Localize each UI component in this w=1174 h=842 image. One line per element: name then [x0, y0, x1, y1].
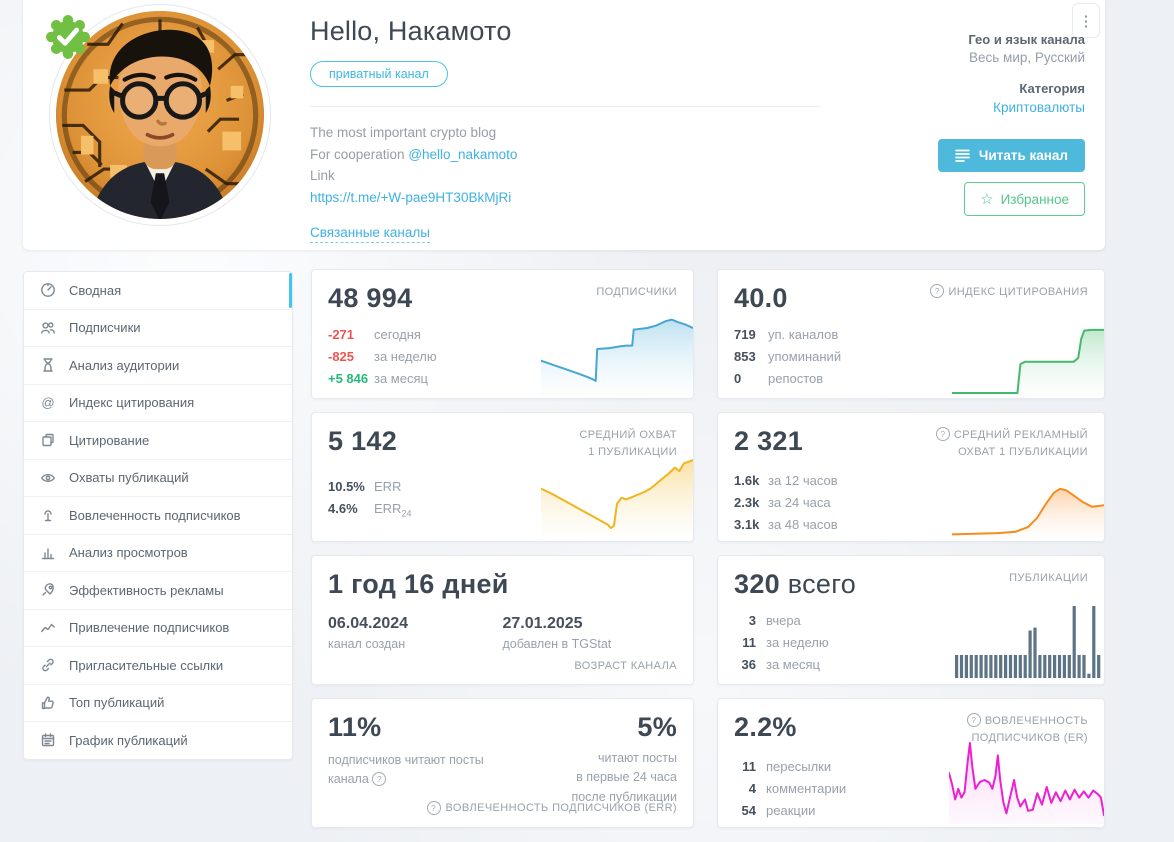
- help-icon[interactable]: ?: [966, 713, 981, 728]
- subscribers-card-title: ПОДПИСЧИКИ: [596, 286, 677, 298]
- err-left-label: подписчиков читают посты канала ?: [328, 753, 484, 787]
- citation-index-card: 40.0 ? ИНДЕКС ЦИТИРОВАНИЯ 719 уп. каналов …: [717, 269, 1105, 399]
- divider: [310, 106, 820, 107]
- gauge-icon: [41, 283, 55, 298]
- help-icon[interactable]: ?: [935, 427, 950, 442]
- sidebar-item-post-schedule[interactable]: График публикаций: [24, 722, 292, 759]
- channel-header-card: Hello, Накамото приватный канал The most…: [23, 0, 1105, 250]
- thumbs-up-icon: [41, 696, 54, 709]
- help-icon[interactable]: ?: [426, 801, 441, 815]
- ad-reach-sparkline: [951, 473, 1104, 539]
- sidebar-item-citation[interactable]: Цитирование: [24, 422, 292, 460]
- added-date-block: 27.01.2025 добавлен в TGStat: [503, 615, 678, 651]
- at-icon: @: [41, 395, 55, 411]
- help-icon[interactable]: ?: [930, 284, 945, 299]
- copy-icon: [42, 434, 54, 447]
- created-date-block: 06.04.2024 канал создан: [328, 615, 503, 651]
- eye-icon: [41, 473, 55, 482]
- users-icon: [41, 322, 55, 334]
- publications-card: 320 всего ПУБЛИКАЦИИ 3 вчера 11 за неделю …: [717, 555, 1105, 685]
- mention-link[interactable]: @hello_nakamoto: [408, 147, 517, 162]
- description-line: The most important crypto blog: [310, 125, 497, 140]
- subscribers-sparkline: [540, 312, 693, 396]
- hourglass-icon: [43, 358, 53, 372]
- sidebar-item-top-posts[interactable]: Топ публикаций: [24, 685, 292, 722]
- invite-url-link[interactable]: https://t.me/+W-pae9HT30BkMjRi: [310, 190, 511, 205]
- publications-bar-chart: [955, 606, 1102, 678]
- ad-reach-card-title: ? СРЕДНИЙ РЕКЛАМНЫЙ ОХВАТ 1 ПУБЛИКАЦИИ: [935, 427, 1088, 460]
- created-date: 06.04.2024: [328, 615, 409, 632]
- err-value-right: 5%: [637, 712, 677, 742]
- sidebar-item-audience-analysis[interactable]: Анализ аудитории: [24, 347, 292, 385]
- channel-age-value: 1 год 16 дней: [328, 569, 509, 599]
- sidebar-nav: Сводная Подписчики Анализ аудитории @ Ин…: [23, 271, 293, 760]
- er-card: 2.2% ? ВОВЛЕЧЕННОСТЬ ПОДПИСЧИКОВ (ER) 11 п…: [717, 698, 1105, 828]
- geo-language-label: Гео и язык канала: [968, 32, 1085, 47]
- description-line: For cooperation @hello_nakamoto: [310, 146, 518, 162]
- related-channels-link[interactable]: Связанные каналы: [310, 225, 430, 244]
- bar-chart-icon: [41, 548, 55, 559]
- verified-badge-icon: [46, 15, 90, 59]
- favorite-button[interactable]: ☆ Избранное: [964, 182, 1085, 216]
- err-card: 11% подписчиков читают посты канала ? 5%…: [311, 698, 694, 828]
- publications-card-title: ПУБЛИКАЦИИ: [1009, 572, 1088, 584]
- category-link[interactable]: Криптовалюты: [993, 100, 1085, 115]
- category-label: Категория: [1019, 81, 1085, 96]
- link-icon: [42, 658, 54, 672]
- stats-grid: 48 994 ПОДПИСЧИКИ -271 сегодня -825 за нед…: [311, 269, 1105, 828]
- channel-age-card: 1 год 16 дней 06.04.2024 канал создан 27…: [311, 555, 694, 685]
- sidebar-item-summary[interactable]: Сводная: [24, 272, 292, 310]
- citation-index-card-title: ? ИНДЕКС ЦИТИРОВАНИЯ: [930, 284, 1088, 301]
- calendar-icon: [41, 733, 55, 747]
- err-right-label: читают посты в первые 24 часа после публ…: [571, 751, 677, 804]
- er-sparkline: [948, 736, 1104, 824]
- err-footer: ? ВОВЛЕЧЕННОСТЬ ПОДПИСЧИКОВ (ERR): [426, 801, 677, 815]
- page-title: Hello, Накамото: [310, 16, 512, 46]
- private-channel-badge: приватный канал: [310, 61, 448, 87]
- sidebar-item-ad-effectiveness[interactable]: Эффективность рекламы: [24, 572, 292, 610]
- sidebar-item-invite-links[interactable]: Пригласительные ссылки: [24, 647, 292, 685]
- sidebar-item-post-reach[interactable]: Охваты публикаций: [24, 460, 292, 497]
- feed-icon: [955, 149, 970, 162]
- subscribers-card: 48 994 ПОДПИСЧИКИ -271 сегодня -825 за нед…: [311, 269, 694, 399]
- rocket-icon: [42, 583, 54, 596]
- channel-description: The most important crypto blog For coope…: [310, 122, 870, 208]
- sidebar-item-views-analysis[interactable]: Анализ просмотров: [24, 535, 292, 572]
- star-icon: ☆: [980, 191, 994, 208]
- tap-icon: [44, 510, 52, 522]
- sidebar-item-citation-index[interactable]: @ Индекс цитирования: [24, 385, 292, 422]
- description-line: Link: [310, 168, 335, 184]
- added-date: 27.01.2025: [502, 615, 583, 632]
- read-channel-button[interactable]: Читать канал: [937, 139, 1085, 172]
- avg-reach-sparkline: [540, 455, 693, 539]
- sidebar-item-subscriber-engagement[interactable]: Вовлеченность подписчиков: [24, 497, 292, 535]
- line-chart-icon: [41, 623, 55, 632]
- help-icon[interactable]: ?: [372, 772, 387, 787]
- avg-reach-card: 5 142 СРЕДНИЙ ОХВАТ 1 ПУБЛИКАЦИИ 10.5% ER…: [311, 412, 694, 542]
- sidebar-item-subscriber-acquisition[interactable]: Привлечение подписчиков: [24, 610, 292, 647]
- citation-sparkline: [951, 320, 1104, 396]
- geo-language-value: Весь мир, Русский: [969, 50, 1085, 65]
- ad-reach-card: 2 321 ? СРЕДНИЙ РЕКЛАМНЫЙ ОХВАТ 1 ПУБЛИКА…: [717, 412, 1105, 542]
- sidebar-item-subscribers[interactable]: Подписчики: [24, 310, 292, 347]
- channel-age-footer: ВОЗРАСТ КАНАЛА: [574, 660, 677, 672]
